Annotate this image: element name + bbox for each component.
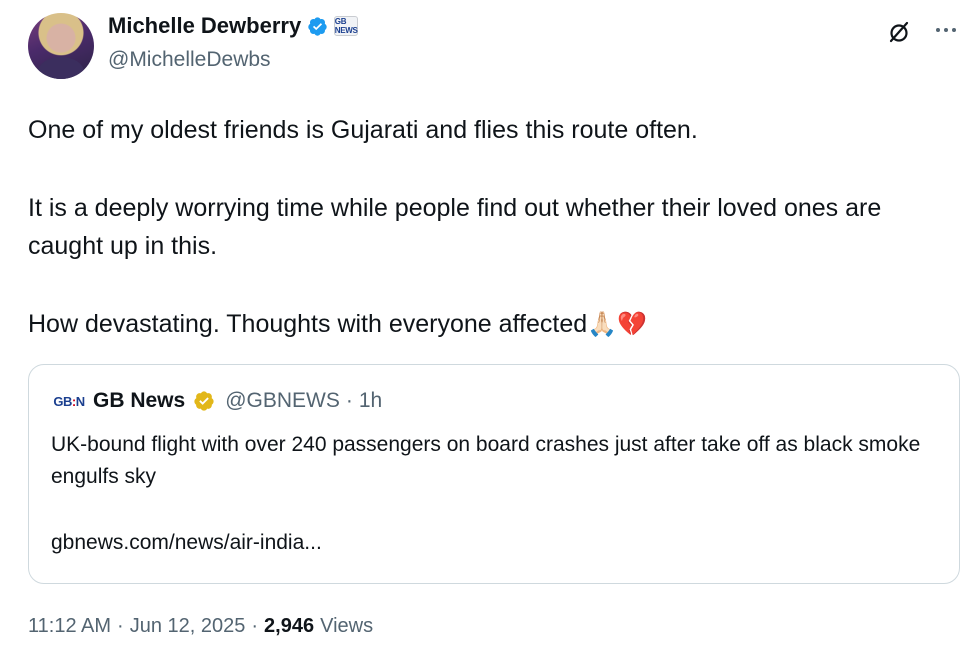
grok-icon[interactable]	[887, 20, 911, 44]
quoted-author-name[interactable]: GB News	[93, 389, 185, 413]
author-name-row: Michelle Dewberry GB NEWS	[108, 13, 359, 39]
meta-separator: ·	[251, 615, 259, 637]
author-handle[interactable]: @MichelleDewbs	[108, 48, 271, 72]
tweet-time[interactable]: 11:12 AM	[28, 615, 111, 638]
quoted-tweet-link[interactable]: gbnews.com/news/air-india...	[51, 531, 322, 555]
author-avatar[interactable]	[28, 13, 94, 79]
quoted-author-handle[interactable]: @GBNEWS	[225, 389, 340, 413]
tweet-paragraph: One of my oldest friends is Gujarati and…	[28, 116, 698, 144]
views-label: Views	[320, 615, 374, 637]
tweet-meta: 11:12 AM · Jun 12, 2025 · 2,946 Views	[28, 615, 373, 638]
emoji-pray-heartbreak: 🙏🏻💔	[587, 311, 647, 338]
quoted-tweet-text: UK-bound flight with over 240 passengers…	[51, 433, 921, 488]
avatar-shoulders	[38, 57, 84, 79]
views-count: 2,946	[264, 615, 315, 637]
quoted-timestamp[interactable]: 1h	[359, 389, 382, 413]
verified-icon	[308, 16, 327, 36]
quoted-separator: ·	[345, 389, 353, 412]
gb-news-logo-icon: GB: N	[53, 393, 85, 409]
tweet-paragraph-last: How devastating. Thoughts with everyone …	[28, 305, 958, 344]
quoted-tweet-header: GB: N GB News @GBNEWS · 1h	[51, 389, 382, 413]
quoted-tweet-card[interactable]: GB: N GB News @GBNEWS · 1h UK-bound fligh…	[28, 364, 960, 584]
author-display-name[interactable]: Michelle Dewberry	[108, 13, 301, 39]
more-icon[interactable]	[932, 18, 960, 42]
tweet-paragraph: It is a deeply worrying time while peopl…	[28, 194, 882, 260]
tweet-date[interactable]: Jun 12, 2025	[130, 615, 246, 638]
tweet-paragraph-text: How devastating. Thoughts with everyone …	[28, 310, 588, 338]
affiliation-badge-icon[interactable]: GB NEWS	[334, 16, 359, 36]
meta-separator: ·	[117, 615, 124, 637]
gold-verified-icon	[194, 391, 214, 411]
tweet-text: One of my oldest friends is Gujarati and…	[28, 111, 958, 384]
